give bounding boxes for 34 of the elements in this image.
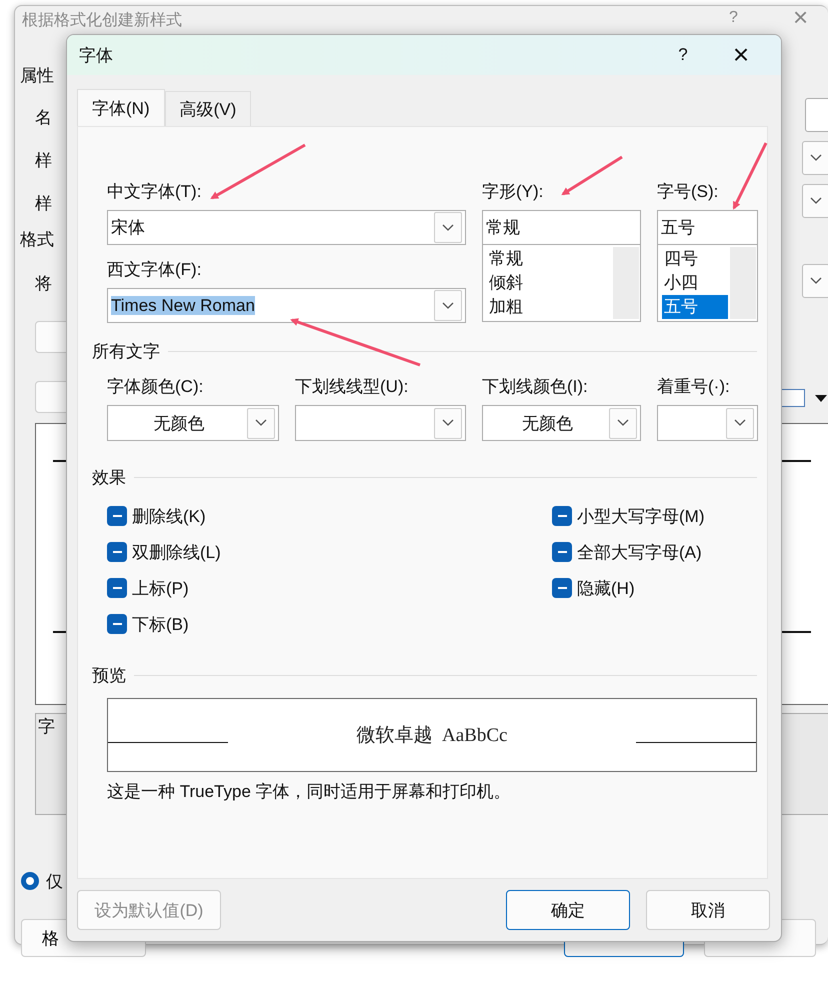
field-label: 样 bbox=[35, 193, 52, 215]
section-label: 格式 bbox=[20, 229, 54, 251]
field-value: 宋体 bbox=[111, 218, 145, 237]
field-label: 着重号(·): bbox=[657, 376, 731, 398]
radio-label: 仅 bbox=[46, 871, 63, 893]
window-title: 根据格式化创建新样式 bbox=[22, 10, 182, 31]
field-label: 西文字体(F): bbox=[107, 259, 202, 281]
field-label: 字体颜色(C): bbox=[107, 376, 204, 398]
field-value: 无颜色 bbox=[154, 414, 204, 432]
checkbox-label: 隐藏(H) bbox=[577, 578, 635, 600]
field-value: Times New Roman bbox=[111, 296, 255, 314]
field-label: 样 bbox=[35, 150, 52, 172]
section-label: 效果 bbox=[92, 466, 126, 488]
checkbox-label: 删除线(K) bbox=[132, 506, 206, 528]
checkbox-label: 小型大写字母(M) bbox=[577, 506, 704, 528]
checkbox-label: 下标(B) bbox=[132, 614, 189, 636]
description-text: 字 bbox=[38, 716, 55, 738]
field-label: 名 bbox=[35, 107, 52, 129]
dialog-title: 字体 bbox=[79, 44, 113, 66]
font-note: 这是一种 TrueType 字体，同时适用于屏幕和打印机。 bbox=[107, 781, 512, 803]
field-label: 字形(Y): bbox=[482, 181, 544, 203]
section-label: 预览 bbox=[92, 664, 126, 686]
field-label: 将 bbox=[35, 273, 52, 295]
field-label: 中文字体(T): bbox=[107, 181, 202, 203]
field-value: 无颜色 bbox=[522, 414, 573, 432]
preview-sample: 微软卓越 AaBbCc bbox=[356, 724, 508, 748]
field-label: 下划线颜色(I): bbox=[482, 376, 589, 398]
checkbox-label: 全部大写字母(A) bbox=[577, 542, 702, 564]
checkbox-label: 上标(P) bbox=[132, 578, 189, 600]
section-label: 属性 bbox=[20, 65, 54, 87]
field-label: 字号(S): bbox=[657, 181, 720, 203]
section-label: 所有文字 bbox=[92, 340, 160, 362]
checkbox-label: 双删除线(L) bbox=[132, 542, 221, 564]
field-label: 下划线线型(U): bbox=[295, 376, 410, 398]
